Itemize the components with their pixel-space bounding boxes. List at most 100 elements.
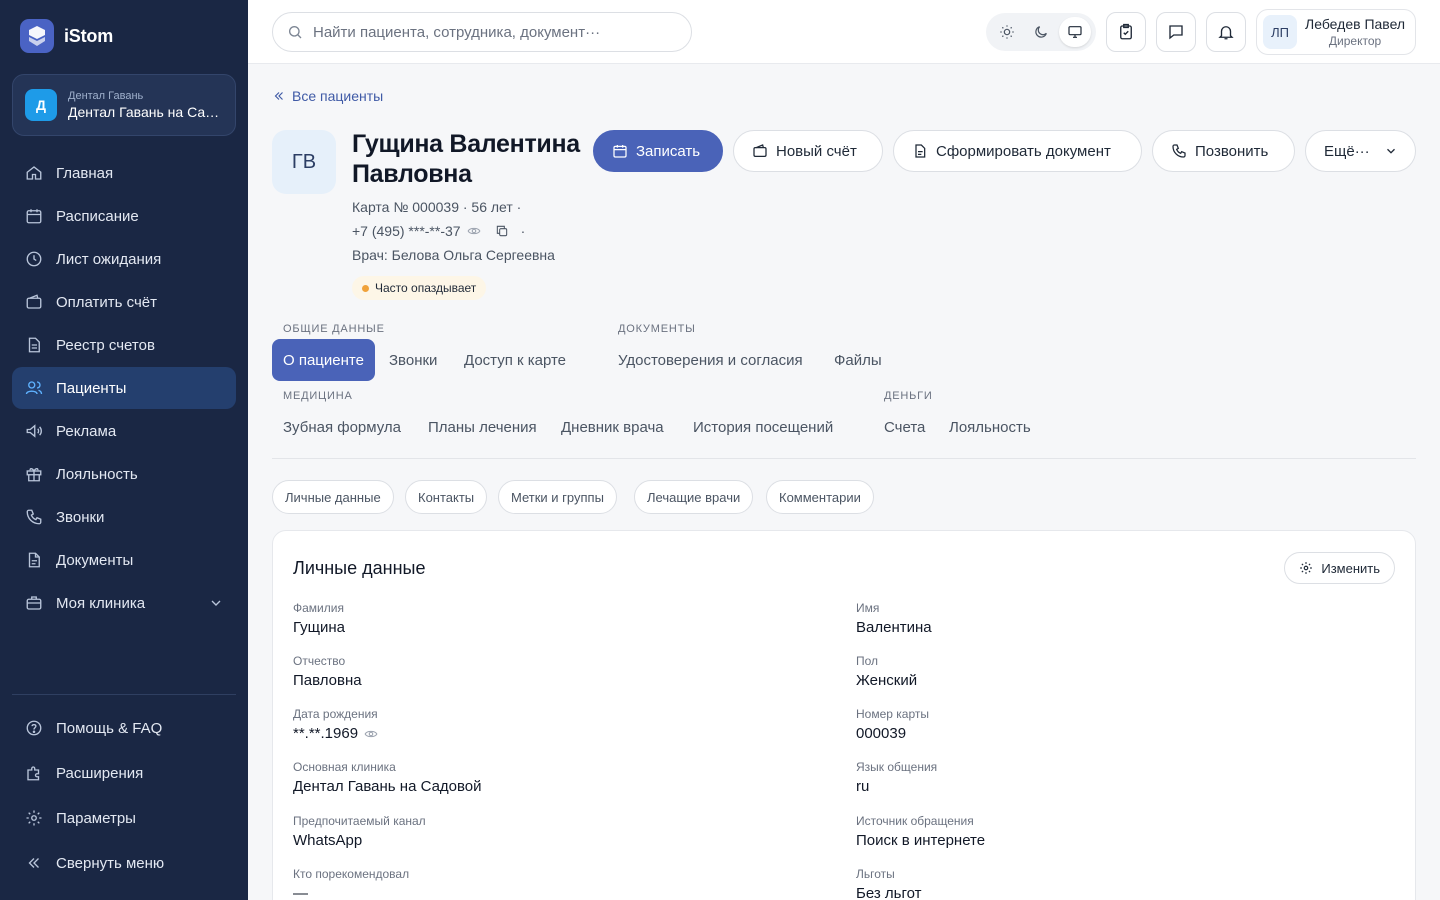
file-icon [912,143,928,159]
nav-item-patients[interactable]: Пациенты [12,367,236,409]
sidebar-divider [12,694,236,695]
nav-item-extensions[interactable]: Расширения [12,751,236,795]
nav-item-loyalty[interactable]: Лояльность [12,453,236,495]
tab-about-patient[interactable]: О пациенте [272,339,375,381]
subtab-personal-data[interactable]: Личные данные [272,480,394,514]
generate-document-button[interactable]: Сформировать документ [893,130,1142,172]
field-language: Язык общения ru [856,760,937,795]
field-value: Дентал Гавань на Садовой [293,778,482,795]
field-gender: Пол Женский [856,654,917,689]
nav-label: Пациенты [56,379,127,397]
chevron-down-icon[interactable] [208,595,224,611]
subtab-comments[interactable]: Комментарии [766,480,874,514]
field-value: Женский [856,672,918,689]
new-invoice-button[interactable]: Новый счёт [733,130,883,172]
generate-document-label: Сформировать документ [936,142,1111,160]
field-label: Пол [856,654,879,668]
tab-dental-chart[interactable]: Зубная формула [272,406,412,448]
nav-label: Моя клиника [56,594,146,612]
subtab-attending-doctors[interactable]: Лечащие врачи [634,480,754,514]
nav-item-schedule[interactable]: Расписание [12,195,236,237]
field-value: ru [856,778,870,795]
field-value: WhatsApp [293,832,363,849]
notifications-button[interactable] [1206,12,1246,52]
tab-ids-consents[interactable]: Удостоверения и согласия [607,339,814,381]
copy-icon[interactable] [495,224,509,238]
field-label: Предпочитаемый канал [293,814,426,828]
double-chevron-left-icon [272,89,286,103]
main-nav: Главная Расписание Лист ожидания Оплатит… [12,152,236,625]
chevron-down-icon [1384,144,1398,158]
field-value: **.**.1969 [293,725,359,742]
tasks-button[interactable] [1106,12,1146,52]
nav-label: Документы [56,551,134,569]
subtab-contacts[interactable]: Контакты [405,480,488,514]
field-card-number: Номер карты 000039 [856,707,929,742]
patient-name: Гущина Валентина Павловна [352,130,580,188]
eye-icon[interactable] [467,224,481,238]
patient-phone-line: +7 (495) ***-**-37 · [352,223,525,239]
tab-invoices[interactable]: Счета [873,406,936,448]
nav-label: Оплатить счёт [56,293,158,311]
help-icon [24,718,44,738]
back-to-patients-link[interactable]: Все пациенты [272,88,383,104]
nav-item-ads[interactable]: Реклама [12,410,236,452]
user-menu[interactable]: ЛП Лебедев Павел Директор [1256,9,1416,55]
nav-item-settings[interactable]: Параметры [12,796,236,840]
nav-item-help[interactable]: Помощь & FAQ [12,706,236,750]
clipboard-check-icon [1117,23,1135,41]
tab-group-documents-title: ДОКУМЕНТЫ [618,323,696,335]
book-appointment-button[interactable]: Записать [593,130,723,172]
tab-files[interactable]: Файлы [823,339,893,381]
clock-icon [24,249,44,269]
nav-label: Главная [56,164,114,182]
nav-item-calls[interactable]: Звонки [12,496,236,538]
theme-switcher [986,13,1096,51]
status-badge: Часто опаздывает [352,276,487,300]
search-input[interactable] [313,23,673,41]
edit-button[interactable]: Изменить [1284,552,1395,584]
clinic-switcher[interactable]: Д Дентал Гавань Дентал Гавань на Садовой [12,74,236,136]
messages-button[interactable] [1156,12,1196,52]
wallet-icon [752,143,768,159]
tab-treatment-plans[interactable]: Планы лечения [417,406,548,448]
nav-item-collapse-menu[interactable]: Свернуть меню [12,841,236,885]
gear-icon [1299,561,1313,575]
gift-icon [24,464,44,484]
field-first-name: Имя Валентина [856,601,932,636]
tab-group-medicine-title: МЕДИЦИНА [283,390,353,402]
nav-label: Свернуть меню [56,854,165,872]
sun-icon[interactable] [991,17,1023,47]
nav-item-my-clinic[interactable]: Моя клиника [12,582,236,624]
avatar: ЛП [1263,15,1297,49]
brand[interactable]: iStom [20,19,113,53]
phone-icon [1171,143,1187,159]
tooth-logo-icon [20,19,54,53]
search-box[interactable] [272,12,692,52]
tab-group-money-title: ДЕНЬГИ [884,390,933,402]
patient-doctor: Врач: Белова Ольга Сергеевна [352,247,555,263]
nav-label: Лист ожидания [56,250,162,268]
tab-calls[interactable]: Звонки [378,339,448,381]
monitor-icon[interactable] [1059,17,1091,47]
search-icon [287,24,303,40]
field-value: Павловна [293,672,362,689]
moon-icon[interactable] [1025,17,1057,47]
tab-loyalty[interactable]: Лояльность [938,406,1042,448]
secondary-nav: Помощь & FAQ Расширения Параметры Сверну… [12,706,236,886]
nav-item-waitlist[interactable]: Лист ожидания [12,238,236,280]
user-name: Лебедев Павел [1305,16,1406,32]
nav-item-pay-invoice[interactable]: Оплатить счёт [12,281,236,323]
call-button[interactable]: Позвонить [1152,130,1295,172]
tab-doctor-diary[interactable]: Дневник врача [550,406,675,448]
eye-icon[interactable] [364,727,378,741]
more-actions-button[interactable]: Ещё··· [1305,130,1416,172]
users-icon [24,378,44,398]
tab-visit-history[interactable]: История посещений [682,406,844,448]
clinic-avatar: Д [25,89,57,121]
nav-item-documents[interactable]: Документы [12,539,236,581]
tab-card-access[interactable]: Доступ к карте [453,339,577,381]
nav-item-home[interactable]: Главная [12,152,236,194]
nav-item-invoice-registry[interactable]: Реестр счетов [12,324,236,366]
subtab-tags-groups[interactable]: Метки и группы [498,480,617,514]
